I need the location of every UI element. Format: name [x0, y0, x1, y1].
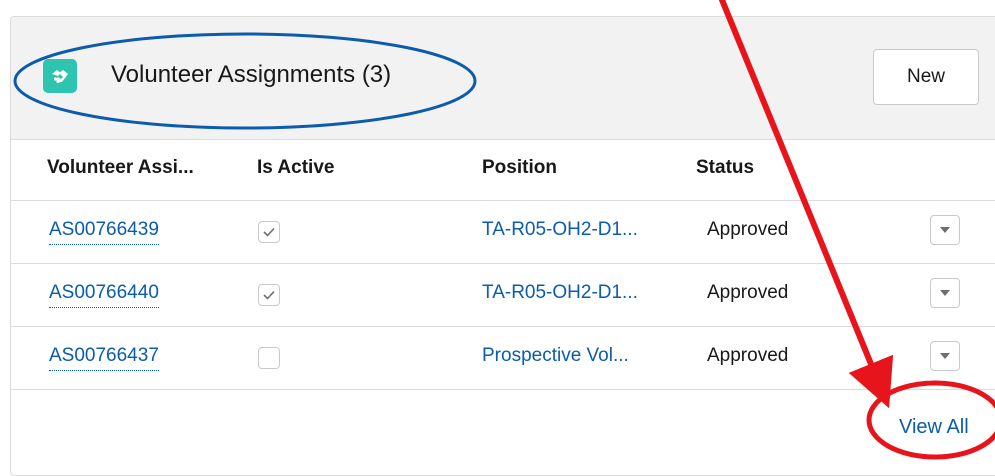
status-value: Approved: [707, 282, 789, 303]
chevron-down-icon: [940, 290, 950, 296]
status-value: Approved: [707, 219, 789, 240]
is-active-checkbox: [258, 347, 280, 369]
is-active-checkbox: [258, 284, 280, 306]
card-title[interactable]: Volunteer Assignments (3): [111, 61, 391, 89]
assignment-id-link[interactable]: AS00766437: [49, 345, 159, 371]
column-header-status[interactable]: Status: [696, 157, 754, 179]
row-actions-button[interactable]: [930, 278, 960, 308]
assignment-id-link[interactable]: AS00766440: [49, 282, 159, 308]
column-header-position[interactable]: Position: [482, 157, 557, 179]
chevron-down-icon: [940, 353, 950, 359]
column-header-volunteer-assignment[interactable]: Volunteer Assi...: [47, 157, 194, 179]
column-header-is-active[interactable]: Is Active: [257, 157, 334, 179]
row-actions-button[interactable]: [930, 215, 960, 245]
card-header: Volunteer Assignments (3) New: [11, 17, 995, 140]
position-link[interactable]: TA-R05-OH2-D1...: [482, 219, 638, 241]
new-button[interactable]: New: [873, 49, 979, 105]
position-link[interactable]: TA-R05-OH2-D1...: [482, 282, 638, 304]
is-active-checkbox: [258, 221, 280, 243]
table-row: AS00766439 TA-R05-OH2-D1... Approved: [11, 201, 995, 264]
volunteer-assignments-card: Volunteer Assignments (3) New Volunteer …: [10, 16, 995, 476]
handshake-icon: [43, 59, 77, 93]
table-row: AS00766440 TA-R05-OH2-D1... Approved: [11, 264, 995, 327]
position-link[interactable]: Prospective Vol...: [482, 345, 629, 367]
status-value: Approved: [707, 345, 789, 366]
assignment-id-link[interactable]: AS00766439: [49, 219, 159, 245]
table-row: AS00766437 Prospective Vol... Approved: [11, 327, 995, 390]
row-actions-button[interactable]: [930, 341, 960, 371]
view-all-link[interactable]: View All: [899, 416, 969, 439]
chevron-down-icon: [940, 227, 950, 233]
